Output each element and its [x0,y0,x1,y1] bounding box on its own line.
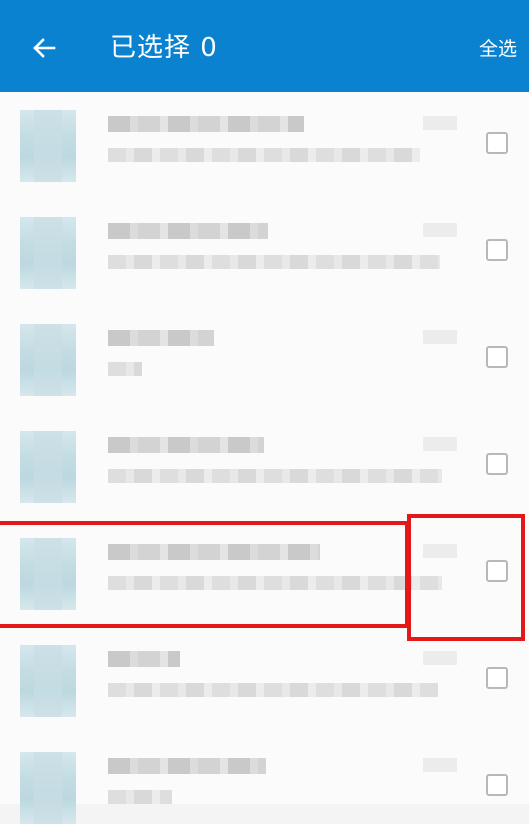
item-title-blurred [108,223,268,239]
item-subtitle-blurred [108,362,142,376]
list-item[interactable] [0,627,529,736]
item-title-blurred [108,330,214,346]
avatar [20,431,76,503]
item-title-blurred [108,437,264,453]
list-item[interactable] [0,199,529,308]
item-subtitle-blurred [108,790,172,804]
back-button[interactable] [26,30,62,66]
item-subtitle-blurred [108,255,440,269]
item-checkbox[interactable] [486,667,508,689]
item-subtitle-blurred [108,148,420,162]
arrow-left-icon [33,38,56,58]
list-item[interactable] [0,734,529,824]
select-all-button[interactable]: 全选 [479,34,517,64]
item-checkbox[interactable] [486,346,508,368]
avatar [20,324,76,396]
app-bar: 已选择 0 全选 [0,0,529,92]
item-title-blurred [108,116,304,132]
list-item[interactable] [0,306,529,415]
item-checkbox[interactable] [486,132,508,154]
item-time-blurred [423,223,457,237]
avatar [20,752,76,824]
highlight-checkbox-annotation [407,514,525,641]
page-title: 已选择 0 [110,33,218,63]
item-time-blurred [423,330,457,344]
item-time-blurred [423,758,457,772]
list-item[interactable] [0,413,529,522]
item-subtitle-blurred [108,469,442,483]
item-title-blurred [108,651,180,667]
item-time-blurred [423,437,457,451]
item-checkbox[interactable] [486,239,508,261]
item-subtitle-blurred [108,683,438,697]
avatar [20,110,76,182]
item-checkbox[interactable] [486,453,508,475]
item-time-blurred [423,116,457,130]
item-checkbox[interactable] [486,774,508,796]
item-time-blurred [423,651,457,665]
item-title-blurred [108,758,266,774]
avatar [20,217,76,289]
highlight-row-annotation [0,521,409,628]
avatar [20,645,76,717]
list-item[interactable] [0,92,529,201]
